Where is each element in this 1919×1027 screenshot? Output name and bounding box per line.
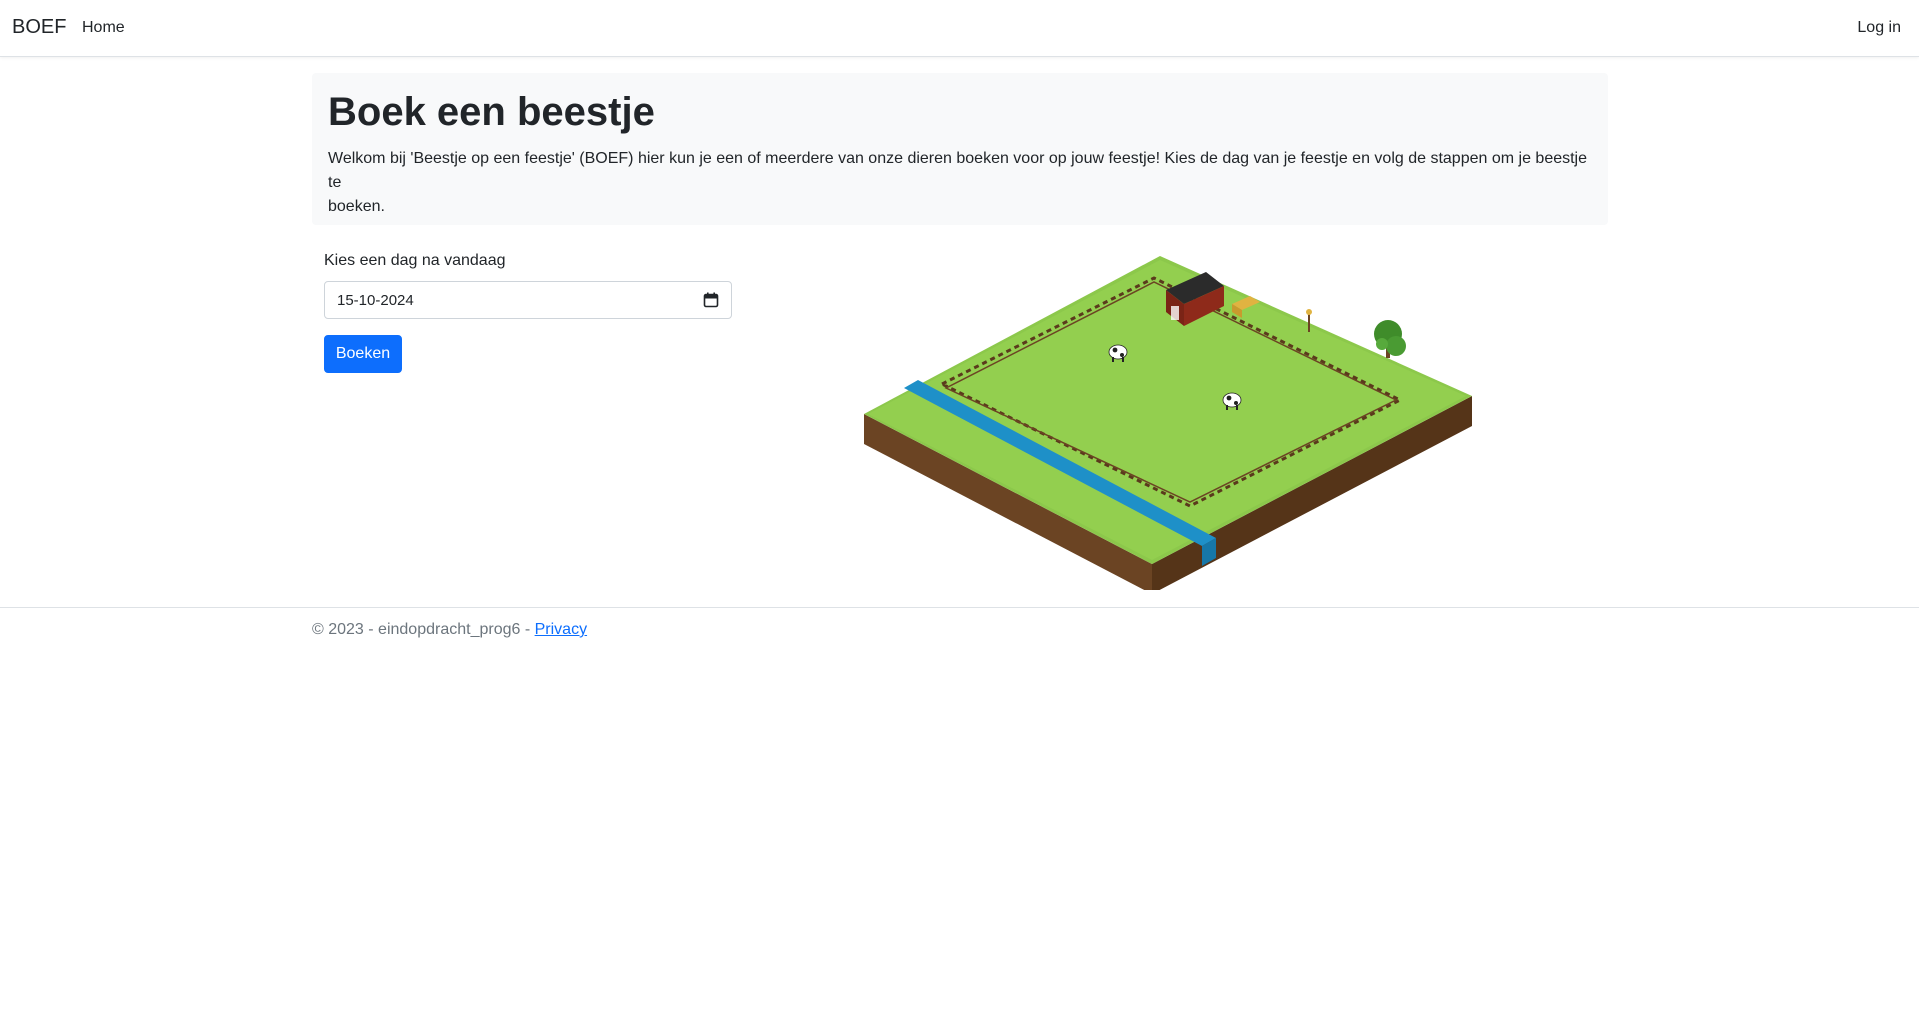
top-navbar: BOEF Home Log in [0, 0, 1919, 57]
date-input-value: 15-10-2024 [337, 291, 414, 309]
tree [1374, 320, 1406, 358]
hero-intro-line-1: Welkom bij 'Beestje op een feestje' (BOE… [328, 150, 1588, 191]
calendar-icon[interactable] [703, 292, 719, 308]
book-button[interactable]: Boeken [324, 335, 402, 373]
footer-copyright: © 2023 - eindopdracht_prog6 - [312, 621, 535, 638]
farm-illustration [864, 256, 1472, 590]
date-input[interactable]: 15-10-2024 [324, 281, 732, 319]
hero-intro-line-2: boeken. [328, 198, 385, 215]
privacy-link[interactable]: Privacy [535, 621, 587, 638]
brand-link[interactable]: BOEF [12, 16, 66, 39]
nav-login-link[interactable]: Log in [1857, 19, 1901, 37]
hero-intro: Welkom bij 'Beestje op een feestje' (BOE… [328, 147, 1596, 219]
hero-banner: Boek een beestje Welkom bij 'Beestje op … [312, 73, 1608, 225]
nav-home-link[interactable]: Home [82, 19, 125, 37]
footer-text: © 2023 - eindopdracht_prog6 - Privacy [312, 621, 587, 639]
footer: © 2023 - eindopdracht_prog6 - Privacy [0, 607, 1919, 639]
page-title: Boek een beestje [328, 90, 655, 134]
date-field-label: Kies een dag na vandaag [324, 252, 506, 269]
